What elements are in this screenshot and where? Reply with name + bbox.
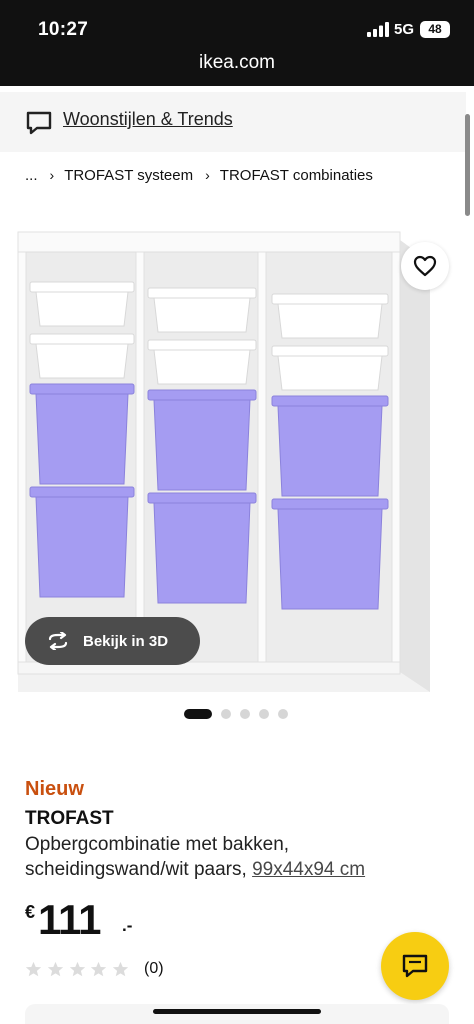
star-icon [69,961,85,976]
carousel-dot[interactable] [278,709,288,719]
chevron-right-icon: › [49,167,55,183]
chat-bubble-icon [26,111,52,135]
new-badge: Nieuw [25,778,84,800]
price-amount: 111 [38,896,101,943]
trends-banner[interactable]: Woonstijlen & Trends [0,92,466,152]
shelf-divider [391,251,401,668]
view-in-3d-button[interactable]: Bekijk in 3D [25,617,200,665]
battery-level: 48 [428,22,442,36]
carousel-dot[interactable] [221,709,231,719]
shelf-side [400,240,430,692]
view-in-3d-label: Bekijk in 3D [83,632,169,650]
storage-bin-rim [271,395,389,407]
storage-bin-rim [147,389,257,401]
next-section-card [25,1004,449,1024]
storage-bin-rim [29,281,135,293]
product-rating[interactable]: (0) [25,959,164,979]
storage-bin-rim [147,287,257,299]
star-icon [113,961,129,976]
storage-bin [35,291,129,327]
storage-bin-rim [271,498,389,510]
storage-bin [35,496,129,598]
shelf-top [17,231,401,253]
product-dimensions-link[interactable]: 99x44x94 cm [252,859,365,880]
storage-bin-rim [29,486,135,498]
storage-bin-rim [147,339,257,351]
product-description: Opbergcombinatie met bakken, scheidingsw… [25,832,445,882]
storage-bin-rim [147,492,257,504]
storage-bin [153,297,251,333]
carousel-dot[interactable] [259,709,269,719]
star-icon [91,961,107,976]
breadcrumb-item-ellipsis[interactable]: ... [25,167,38,184]
rating-count: (0) [143,960,164,977]
shelf-divider [17,251,27,668]
signal-icon [367,22,389,37]
chat-button[interactable] [381,932,449,1000]
star-icon [25,961,42,976]
carousel-dot[interactable] [240,709,250,719]
breadcrumb: ... › TROFAST systeem › TROFAST combinaties [25,167,373,184]
heart-icon [413,255,437,277]
product-description-text: Opbergcombinatie met bakken, scheidingsw… [25,834,290,880]
storage-bin [153,502,251,604]
price-currency: € [25,902,36,922]
storage-bin [153,349,251,385]
price-suffix: .- [122,916,133,935]
network-type: 5G [394,21,415,38]
breadcrumb-item-trofast-combinaties[interactable]: TROFAST combinaties [220,167,373,184]
breadcrumb-item-trofast-systeem[interactable]: TROFAST systeem [64,167,193,184]
trends-link[interactable]: Woonstijlen & Trends [63,109,233,130]
chat-icon [402,954,428,978]
rotate-3d-icon [48,632,68,650]
storage-bin [35,393,129,485]
storage-bin [277,355,383,391]
storage-bin [35,343,129,379]
storage-bin [277,508,383,610]
star-icon [47,961,63,976]
home-indicator[interactable] [153,1009,321,1014]
address-bar[interactable]: ikea.com [0,52,474,74]
storage-bin [153,399,251,491]
status-bar: 10:27 5G 48 ikea.com [0,0,474,86]
carousel-dots [184,709,288,719]
storage-bin-rim [29,383,135,395]
product-name: TROFAST [25,808,114,829]
scrollbar[interactable] [465,114,470,216]
storage-bin [277,405,383,497]
shelf-divider [135,251,145,668]
storage-bin-rim [271,345,389,357]
shelf-divider [257,251,267,668]
battery-icon: 48 [420,21,450,38]
wishlist-button[interactable] [401,242,449,290]
storage-bin-rim [271,293,389,305]
carousel-dot[interactable] [184,709,212,719]
status-time: 10:27 [38,19,89,40]
storage-bin-rim [29,333,135,345]
chevron-right-icon: › [205,167,210,183]
storage-bin [277,303,383,339]
